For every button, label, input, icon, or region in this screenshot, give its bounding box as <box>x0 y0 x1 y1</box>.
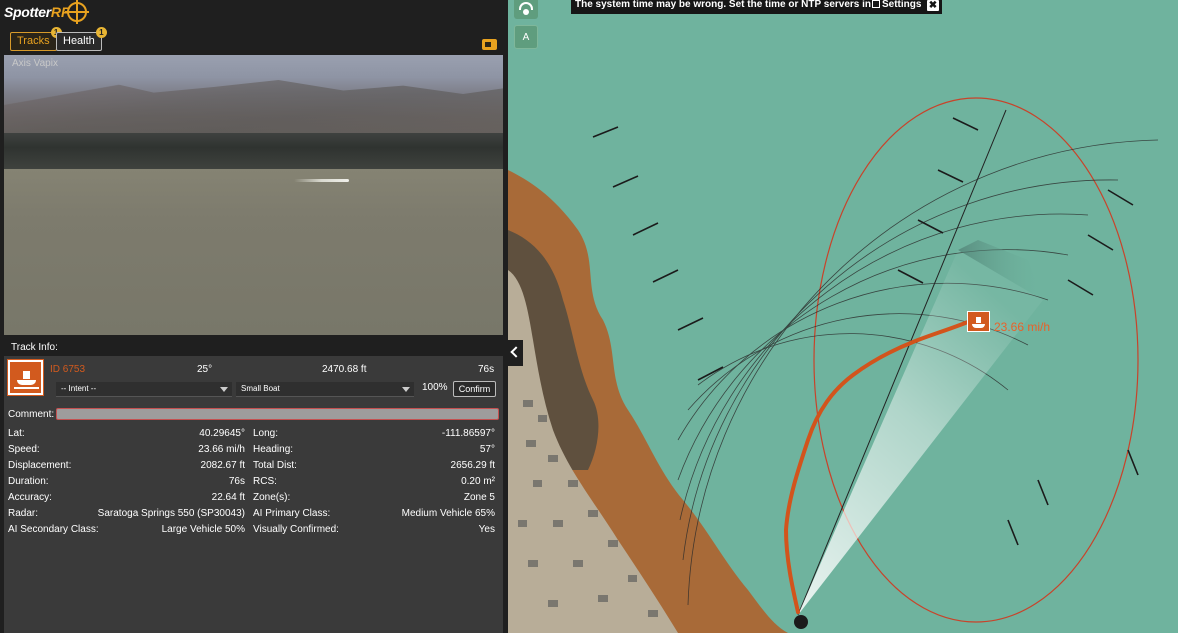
accuracy-label: Accuracy: <box>8 492 52 503</box>
comment-label: Comment: <box>8 409 55 420</box>
confidence-value: 100% <box>422 382 448 393</box>
settings-link[interactable]: Settings <box>872 0 921 10</box>
visually-confirmed-label: Visually Confirmed: <box>253 524 339 535</box>
radar-label: Radar: <box>8 508 39 519</box>
crosshair-icon <box>64 0 89 24</box>
time-warning-banner: The system time may be wrong. Set the ti… <box>571 0 942 14</box>
zones-label: Zone(s): <box>253 492 291 503</box>
long-label: Long: <box>253 428 279 439</box>
camera-label: Axis Vapix <box>12 58 58 69</box>
comment-input[interactable] <box>56 408 499 420</box>
track-id[interactable]: ID 6753 <box>50 364 85 375</box>
rcs-label: RCS: <box>253 476 277 487</box>
tab-label: Tracks <box>17 35 50 47</box>
track-info-panel: ID 6753 25° 2470.68 ft 76s -- Intent -- … <box>4 356 503 633</box>
rcs-value: 0.20 m² <box>461 476 495 487</box>
heading-label: Heading: <box>253 444 294 455</box>
duration-value: 76s <box>228 476 245 487</box>
video-camera-icon[interactable] <box>482 39 497 50</box>
notification-badge: 1 <box>95 27 107 38</box>
displacement-label: Displacement: <box>8 460 72 471</box>
logo-text: Spotter <box>4 4 51 20</box>
speed-value: 23.66 mi/h <box>198 444 245 455</box>
map-layer-button[interactable]: A <box>514 25 538 49</box>
duration-label: Duration: <box>8 476 49 487</box>
external-link-icon <box>872 0 880 8</box>
ai-secondary-value: Large Vehicle 50% <box>161 524 245 535</box>
ai-secondary-label: AI Secondary Class: <box>8 524 99 535</box>
speed-label: Speed: <box>8 444 40 455</box>
ai-primary-label: AI Primary Class: <box>253 508 331 519</box>
target-boat-icon[interactable] <box>967 311 990 332</box>
displacement-value: 2082.67 ft <box>200 460 245 471</box>
confirm-button[interactable]: Confirm <box>453 381 496 397</box>
banner-text: The system time may be wrong. Set the ti… <box>575 0 872 10</box>
ai-primary-value: Medium Vehicle 65% <box>401 508 495 519</box>
settings-link-text: Settings <box>882 0 922 10</box>
wifi-signal-button[interactable] <box>514 0 538 19</box>
track-info-title: Track Info: <box>11 342 58 353</box>
classification-value: Small Boat <box>241 384 280 393</box>
chevron-down-icon <box>220 387 228 392</box>
tab-health[interactable]: Health 1 <box>56 27 107 51</box>
lat-label: Lat: <box>8 428 25 439</box>
track-distance: 2470.68 ft <box>322 364 367 375</box>
signal-dot <box>523 9 529 15</box>
radar-value: Saratoga Springs 550 (SP30043) <box>97 508 245 519</box>
track-age: 76s <box>478 364 495 375</box>
map-view[interactable] <box>508 0 1178 633</box>
intent-value: -- Intent -- <box>61 384 97 393</box>
spotter-logo: Spotter RF <box>4 0 89 24</box>
classification-select[interactable]: Small Boat <box>236 382 414 397</box>
lat-value: 40.29645° <box>199 428 245 439</box>
total-dist-label: Total Dist: <box>253 460 297 471</box>
camera-feed: Axis Vapix <box>4 55 503 335</box>
chevron-down-icon <box>402 387 410 392</box>
boat-wake <box>294 179 349 182</box>
boat-icon[interactable] <box>7 359 44 396</box>
close-icon[interactable]: ✖ <box>927 0 939 11</box>
collapse-panel-button[interactable] <box>508 340 523 366</box>
shoreline <box>4 133 503 169</box>
lake-water <box>4 169 503 335</box>
accuracy-value: 22.64 ft <box>211 492 245 503</box>
long-value: -111.86597° <box>441 428 495 439</box>
visually-confirmed-value: Yes <box>478 524 495 535</box>
total-dist-value: 2656.29 ft <box>450 460 495 471</box>
zones-value: Zone 5 <box>463 492 495 503</box>
left-panel: Spotter RF Tracks 1 Health 1 Axis Vapix … <box>0 0 508 633</box>
heading-value: 57° <box>479 444 495 455</box>
track-bearing: 25° <box>197 364 213 375</box>
tab-label: Health <box>63 35 95 47</box>
tab-tracks[interactable]: Tracks 1 <box>10 27 62 51</box>
intent-select[interactable]: -- Intent -- <box>56 382 232 397</box>
map-canvas <box>508 0 1178 633</box>
target-speed-label: 23.66 mi/h <box>994 320 1051 334</box>
radar-unit <box>794 615 808 629</box>
